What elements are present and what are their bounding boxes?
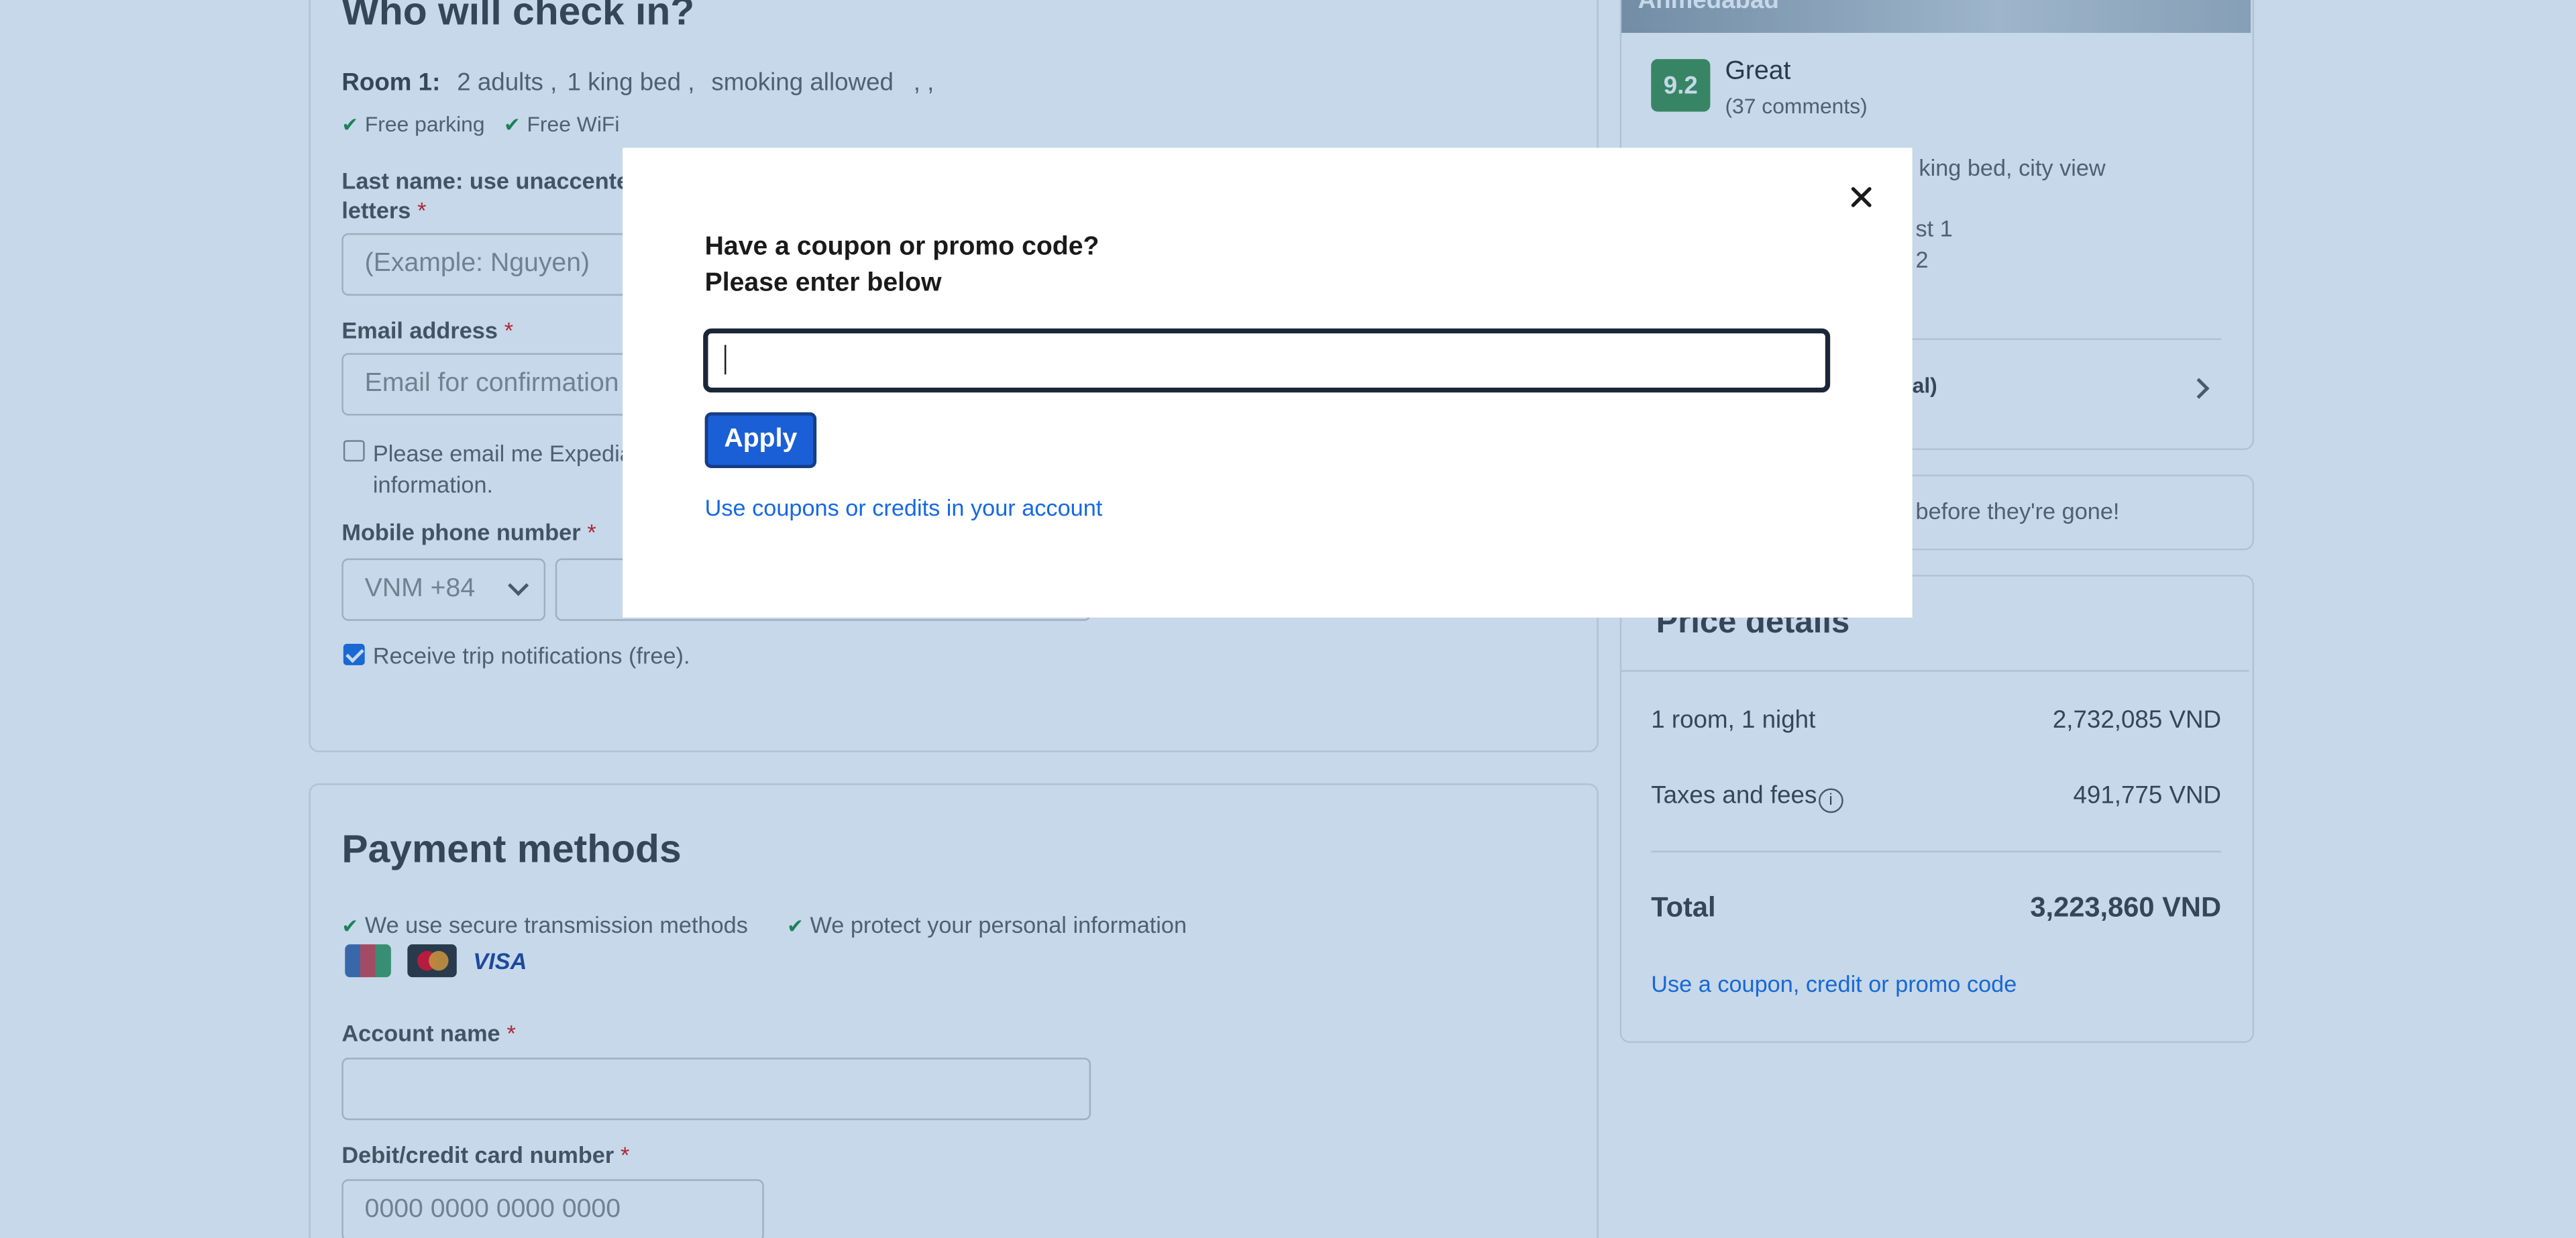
checkout-page: Who will check in? Room 1: 2 adults , 1 … <box>0 0 2576 1238</box>
coupon-code-input[interactable] <box>703 328 1831 393</box>
apply-button[interactable]: Apply <box>704 412 817 468</box>
close-icon-svg <box>1851 186 1872 207</box>
close-icon[interactable] <box>1845 180 1878 213</box>
text-caret <box>724 345 727 375</box>
dialog-title-line2: Please enter below <box>704 269 942 298</box>
dialog-title-line1: Have a coupon or promo code? <box>704 233 1099 262</box>
account-coupons-link[interactable]: Use coupons or credits in your account <box>705 494 1103 520</box>
coupon-dialog: Have a coupon or promo code? Please ente… <box>623 148 1913 618</box>
dialog-title: Have a coupon or promo code? Please ente… <box>705 230 1099 302</box>
